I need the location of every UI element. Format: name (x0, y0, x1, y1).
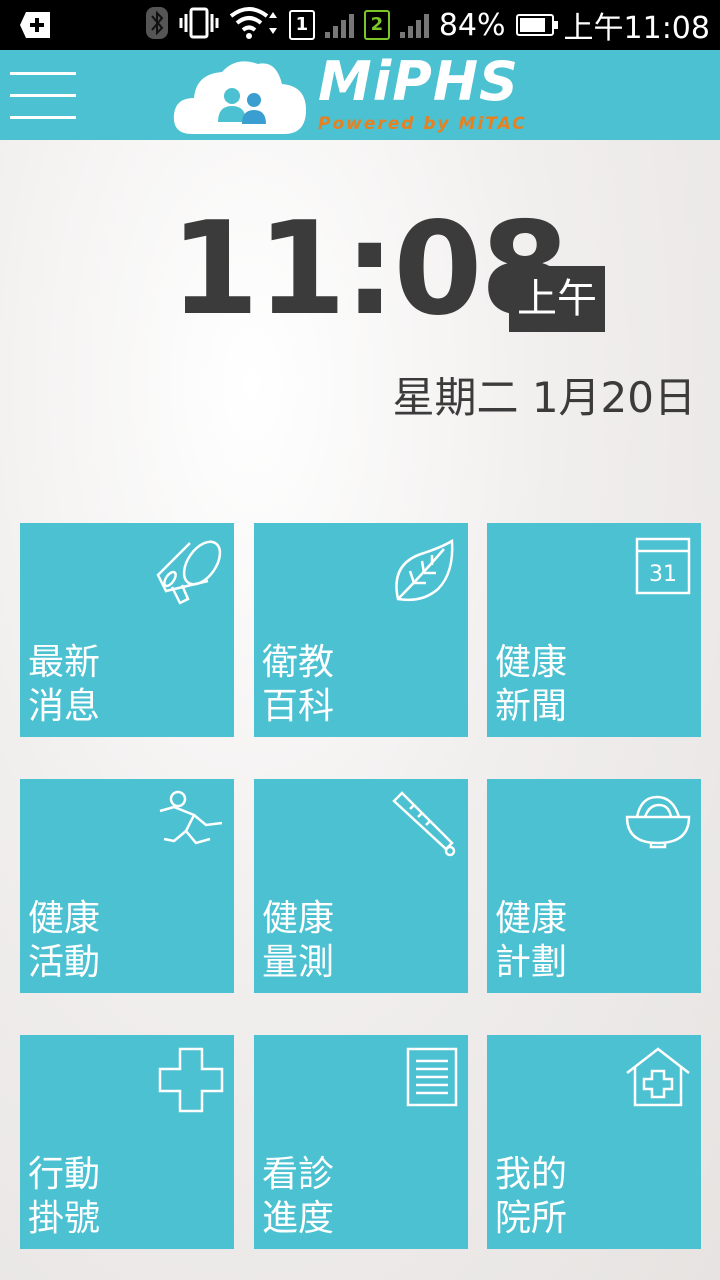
calendar-icon: 31 (633, 533, 693, 601)
app-subtitle: Powered by MiTAC (318, 114, 527, 134)
tile-mobile-registration[interactable]: 行動 掛號 (20, 1035, 234, 1249)
vibrate-icon (179, 6, 219, 44)
tile-my-hospital[interactable]: 我的 院所 (487, 1035, 701, 1249)
battery-percent: 84% (438, 7, 506, 43)
tile-health-plan[interactable]: 健康 計劃 (487, 779, 701, 993)
tile-label: 我的 院所 (495, 1154, 568, 1239)
clock-time: 11:08 (170, 195, 569, 344)
clock-ampm: 上午 (509, 266, 605, 332)
tile-label: 最新 消息 (28, 642, 101, 727)
svg-text:31: 31 (649, 562, 677, 587)
tile-health-activity[interactable]: 健康 活動 (20, 779, 234, 993)
status-time: 上午11:08 (563, 11, 710, 46)
tile-label: 健康 量測 (262, 898, 335, 983)
notification-icon (20, 10, 52, 44)
document-icon (404, 1045, 460, 1113)
cloud-logo-icon (172, 56, 308, 140)
tile-label: 健康 新聞 (495, 642, 568, 727)
tile-clinic-progress[interactable]: 看診 進度 (254, 1035, 468, 1249)
bluetooth-icon (145, 6, 169, 44)
sim1-icon: 1 (288, 10, 315, 40)
tile-label: 健康 計劃 (495, 898, 568, 983)
tile-label: 健康 活動 (28, 898, 101, 983)
tile-health-encyclopedia[interactable]: 衛教 百科 (254, 523, 468, 737)
tile-health-measurement[interactable]: 健康 量測 (254, 779, 468, 993)
hamburger-menu-icon[interactable] (10, 72, 78, 120)
signal2-icon (399, 12, 429, 38)
medical-cross-icon (156, 1045, 226, 1119)
wifi-icon (229, 6, 279, 44)
tile-health-news[interactable]: 31 健康 新聞 (487, 523, 701, 737)
hospital-icon (623, 1045, 693, 1113)
tile-label: 行動 掛號 (28, 1154, 101, 1239)
tile-label: 衛教 百科 (262, 642, 335, 727)
status-icons: 1 2 84% 上午11:08 (145, 0, 710, 50)
app-title: MiPHS (318, 50, 519, 113)
clock-date: 星期二 1月20日 (392, 373, 696, 422)
tile-latest-news[interactable]: 最新 消息 (20, 523, 234, 737)
status-bar: 1 2 84% 上午11:08 (0, 0, 720, 50)
megaphone-icon (150, 533, 226, 613)
battery-icon (515, 14, 558, 36)
signal1-icon (324, 12, 354, 38)
leaf-icon (384, 533, 460, 613)
sim2-icon: 2 (363, 10, 390, 40)
tile-label: 看診 進度 (262, 1154, 335, 1239)
thermometer-icon (390, 789, 460, 863)
app-header: MiPHS Powered by MiTAC (0, 50, 720, 140)
running-person-icon (156, 789, 226, 859)
food-bowl-icon (623, 789, 693, 853)
